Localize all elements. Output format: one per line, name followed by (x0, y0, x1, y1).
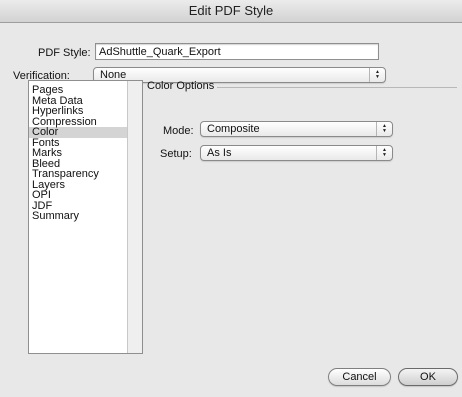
category-item[interactable]: Marks (29, 148, 128, 159)
select-arrows-icon: ▲ ▼ (369, 68, 385, 82)
color-options-title: Color Options (147, 80, 215, 92)
pdf-style-input[interactable]: AdShuttle_Quark_Export (95, 43, 379, 60)
mode-value: Composite (207, 123, 260, 135)
mode-select[interactable]: Composite ▲ ▼ (200, 121, 393, 137)
select-arrows-icon: ▲ ▼ (376, 146, 392, 160)
category-item[interactable]: Transparency (29, 169, 128, 180)
setup-select[interactable]: As Is ▲ ▼ (200, 145, 393, 161)
category-item[interactable]: Color (29, 127, 128, 138)
setup-label: Setup: (160, 148, 192, 160)
cancel-button[interactable]: Cancel (328, 368, 391, 386)
select-arrows-icon: ▲ ▼ (376, 122, 392, 136)
mode-label: Mode: (163, 125, 194, 137)
category-item[interactable]: Summary (29, 211, 128, 222)
window-title: Edit PDF Style (188, 3, 274, 18)
setup-value: As Is (207, 147, 232, 159)
category-item[interactable]: OPI (29, 190, 128, 201)
pdf-style-label: PDF Style: (38, 47, 91, 59)
category-list-scrollbar[interactable] (127, 81, 142, 353)
ok-button[interactable]: OK (398, 368, 458, 386)
window-titlebar: Edit PDF Style (0, 0, 462, 23)
category-list[interactable]: Pages Meta Data Hyperlinks Compression Color… (28, 80, 143, 354)
category-item[interactable]: Hyperlinks (29, 106, 128, 117)
category-item[interactable]: Pages (29, 85, 128, 96)
group-divider (217, 87, 457, 88)
